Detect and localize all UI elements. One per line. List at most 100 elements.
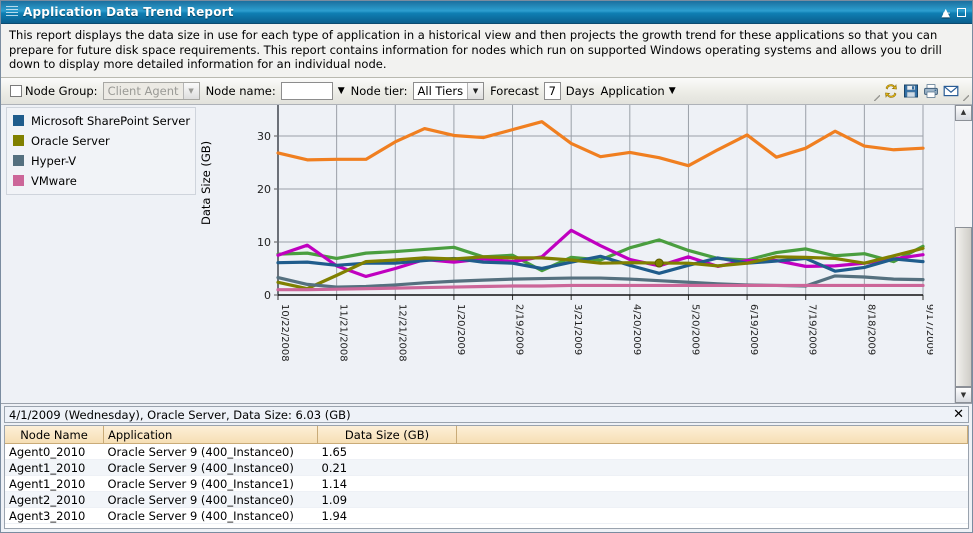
cell-data-size: 1.65 xyxy=(317,443,457,460)
svg-text:12/21/2008: 12/21/2008 xyxy=(396,304,407,362)
cell-application: Oracle Server 9 (400_Instance1) xyxy=(103,475,318,492)
svg-text:9/17/2009: 9/17/2009 xyxy=(924,304,933,355)
legend-item[interactable]: Microsoft SharePoint Server xyxy=(13,113,191,129)
application-menu-section: Application ▼ xyxy=(597,80,678,102)
application-menu-label: Application xyxy=(600,83,665,98)
cell-data-size: 1.94 xyxy=(317,507,457,524)
cell-data-size: 1.09 xyxy=(317,491,457,508)
vertical-scrollbar[interactable]: ▲ ▼ xyxy=(954,104,972,403)
legend-item[interactable]: Hyper-V xyxy=(13,153,189,169)
legend-label: Oracle Server xyxy=(31,133,110,148)
node-name-section: Node name: ▼ xyxy=(203,80,348,102)
cell-node-name: Agent2_2010 xyxy=(5,491,104,508)
table-row[interactable]: Agent0_2010 Oracle Server 9 (400_Instance… xyxy=(5,443,968,460)
svg-text:2/19/2009: 2/19/2009 xyxy=(514,304,525,355)
svg-text:8/18/2009: 8/18/2009 xyxy=(865,304,876,355)
chevron-double-up-icon[interactable]: ▲̶ xyxy=(942,7,950,18)
node-group-section: Node Group: Client Agent ▼ xyxy=(22,80,203,102)
node-group-checkbox[interactable] xyxy=(10,84,22,97)
detail-header: 4/1/2009 (Wednesday), Oracle Server, Dat… xyxy=(4,406,969,423)
toolbar-resize-grip-2[interactable] xyxy=(961,79,970,103)
cell-data-size: 1.14 xyxy=(317,475,457,492)
detail-panel: 4/1/2009 (Wednesday), Oracle Server, Dat… xyxy=(1,403,972,532)
detail-grid[interactable]: Node Name Application Data Size (GB) Age… xyxy=(4,425,969,529)
svg-text:20: 20 xyxy=(257,183,271,196)
chevron-down-icon: ▼ xyxy=(668,85,676,96)
node-name-input[interactable] xyxy=(280,81,333,100)
report-toolbar: Node Group: Client Agent ▼ Node name: ▼ … xyxy=(1,77,972,105)
chevron-down-icon: ▼ xyxy=(182,82,199,99)
scroll-down-button[interactable]: ▼ xyxy=(955,387,972,403)
cell-application: Oracle Server 9 (400_Instance0) xyxy=(103,459,318,476)
legend-swatch xyxy=(13,175,24,186)
svg-text:4/20/2009: 4/20/2009 xyxy=(631,304,642,355)
detail-header-text: 4/1/2009 (Wednesday), Oracle Server, Dat… xyxy=(9,407,351,422)
node-tier-section: Node tier: All Tiers ▼ xyxy=(348,80,487,102)
column-header-data-size[interactable]: Data Size (GB) xyxy=(317,426,457,444)
node-name-label: Node name: xyxy=(205,83,276,98)
detail-table: Node Name Application Data Size (GB) Age… xyxy=(5,426,968,524)
node-tier-value: All Tiers xyxy=(417,83,464,98)
table-row[interactable]: Agent1_2010 Oracle Server 9 (400_Instance… xyxy=(5,459,968,476)
svg-text:30: 30 xyxy=(257,130,271,143)
drag-grip-icon[interactable] xyxy=(6,6,18,18)
scrollbar-thumb[interactable] xyxy=(955,227,972,387)
cell-blank xyxy=(456,491,968,508)
forecast-days-input[interactable]: 7 xyxy=(543,81,561,100)
cell-blank xyxy=(456,443,968,460)
cell-application: Oracle Server 9 (400_Instance0) xyxy=(103,507,318,524)
printer-icon[interactable] xyxy=(921,81,941,101)
node-group-value: Client Agent xyxy=(107,83,179,98)
cell-blank xyxy=(456,475,968,492)
refresh-icon[interactable] xyxy=(881,81,901,101)
cell-node-name: Agent0_2010 xyxy=(5,443,104,460)
node-group-label: Node Group: xyxy=(25,83,98,98)
days-label: Days xyxy=(565,83,595,98)
cell-application: Oracle Server 9 (400_Instance0) xyxy=(103,443,318,460)
svg-text:5/20/2009: 5/20/2009 xyxy=(689,304,700,355)
node-tier-dropdown[interactable]: All Tiers ▼ xyxy=(412,81,485,100)
legend-item[interactable]: VMware xyxy=(13,173,189,189)
y-axis-label: Data Size (GB) xyxy=(199,140,213,225)
column-header-node-name[interactable]: Node Name xyxy=(5,426,104,444)
detail-table-body: Agent0_2010 Oracle Server 9 (400_Instance… xyxy=(5,443,968,524)
chevron-down-icon: ▼ xyxy=(467,82,484,99)
legend-swatch xyxy=(13,115,24,126)
close-x-icon[interactable]: ✕ xyxy=(953,407,964,423)
legend-label: Hyper-V xyxy=(31,153,77,168)
svg-text:7/19/2009: 7/19/2009 xyxy=(807,304,818,355)
application-window: Application Data Trend Report ▲̶ This re… xyxy=(0,0,973,533)
cell-blank xyxy=(456,459,968,476)
cell-application: Oracle Server 9 (400_Instance0) xyxy=(103,491,318,508)
legend-swatch xyxy=(13,155,24,166)
line-chart-svg: 0 10 20 30 10/22/2008 11/21/2008 12/21/2008 1/2… xyxy=(257,104,933,362)
table-row[interactable]: Agent1_2010 Oracle Server 9 (400_Instance… xyxy=(5,475,968,492)
svg-text:10/22/2008: 10/22/2008 xyxy=(279,304,290,362)
email-envelope-icon[interactable] xyxy=(941,81,961,101)
restore-square-icon[interactable] xyxy=(957,7,966,17)
window-controls: ▲̶ xyxy=(942,1,966,23)
scroll-up-button[interactable]: ▲ xyxy=(955,104,972,121)
cell-blank xyxy=(456,507,968,524)
cell-node-name: Agent3_2010 xyxy=(5,507,104,524)
table-header-row: Node Name Application Data Size (GB) xyxy=(5,426,968,444)
page-title: Application Data Trend Report xyxy=(23,5,234,19)
forecast-section: Forecast 7 Days xyxy=(487,80,597,102)
window-title-bar: Application Data Trend Report ▲̶ xyxy=(1,1,972,24)
scrollbar-trough[interactable] xyxy=(955,120,972,387)
chevron-down-icon[interactable]: ▼ xyxy=(338,86,345,96)
toolbar-resize-grip[interactable] xyxy=(872,79,881,103)
column-header-blank[interactable] xyxy=(456,426,968,444)
save-floppy-icon[interactable] xyxy=(901,81,921,101)
column-header-application[interactable]: Application xyxy=(103,426,318,444)
chart-plot: 0 10 20 30 10/22/2008 11/21/2008 12/21/2008 1/2… xyxy=(223,104,933,395)
application-menu-button[interactable]: Application ▼ xyxy=(600,84,675,98)
table-row[interactable]: Agent3_2010 Oracle Server 9 (400_Instance… xyxy=(5,507,968,524)
svg-text:10: 10 xyxy=(257,236,271,249)
forecast-label: Forecast xyxy=(490,83,539,98)
legend-label: Microsoft SharePoint Server xyxy=(31,113,191,128)
legend-label: VMware xyxy=(31,173,77,188)
node-group-dropdown[interactable]: Client Agent ▼ xyxy=(102,81,200,100)
legend-item[interactable]: Oracle Server xyxy=(13,133,189,149)
table-row[interactable]: Agent2_2010 Oracle Server 9 (400_Instance… xyxy=(5,491,968,508)
